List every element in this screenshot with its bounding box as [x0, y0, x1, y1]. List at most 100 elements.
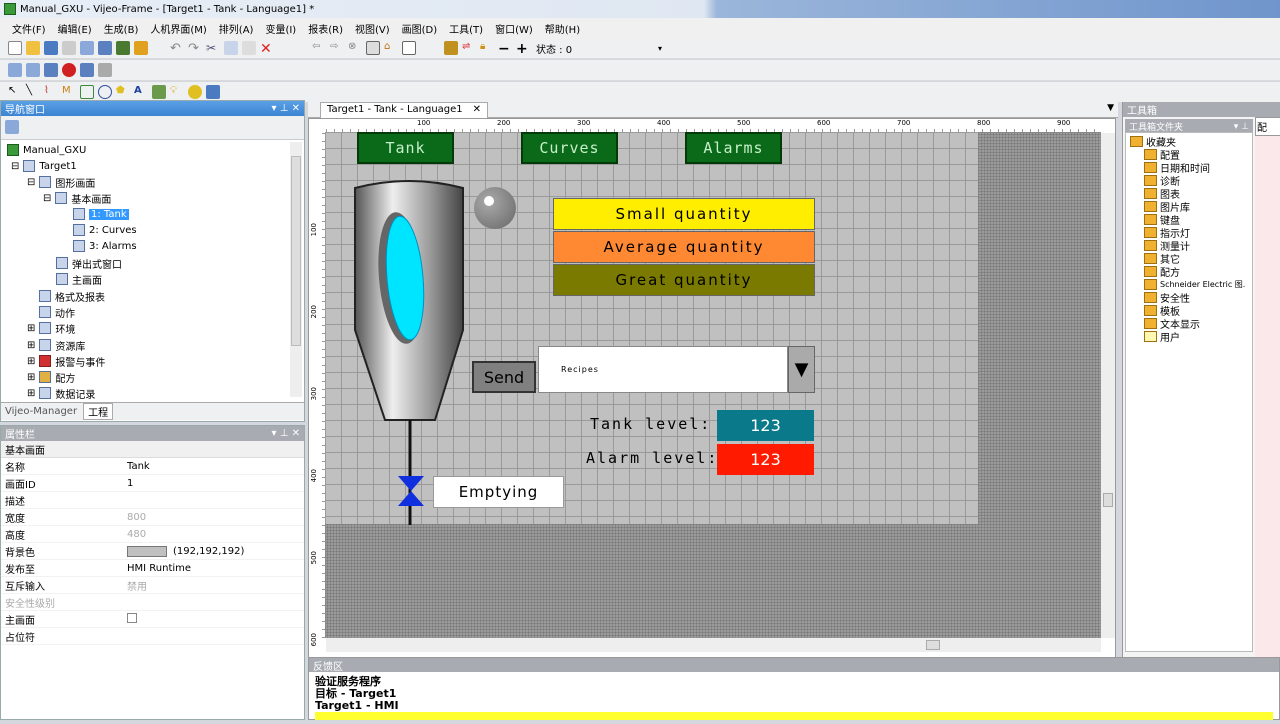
stop-icon[interactable]: ⊗ — [348, 41, 362, 55]
expand-icon[interactable]: ⊞ — [27, 356, 35, 367]
tree-item-data-logging[interactable]: ⊞ 数据记录 — [27, 385, 95, 401]
layout-icon[interactable] — [8, 63, 22, 77]
menu-draw[interactable]: 画图(D) — [402, 21, 438, 36]
minus-icon[interactable]: − — [498, 41, 512, 57]
chevron-down-icon[interactable]: ▾ — [658, 44, 662, 53]
expand-icon[interactable]: ⊞ — [27, 372, 35, 383]
property-row[interactable]: 互斥输入 禁用 — [1, 577, 304, 594]
tree-item-alarms-events[interactable]: ⊞ 报警与事件 — [27, 353, 105, 369]
menu-variable[interactable]: 变量(I) — [265, 21, 296, 36]
tree-item-curves[interactable]: 2: Curves — [73, 222, 137, 238]
alarm-level-value[interactable]: 123 — [717, 444, 814, 475]
grid-icon[interactable] — [26, 63, 40, 77]
valve-icon[interactable] — [396, 474, 426, 508]
record-icon[interactable] — [62, 63, 76, 77]
copy-icon[interactable] — [224, 41, 238, 55]
property-row[interactable]: 主画面 — [1, 611, 304, 628]
tree-item-alarms[interactable]: 3: Alarms — [73, 238, 137, 254]
toolbox-folder[interactable]: 配方 — [1144, 265, 1180, 279]
panel-controls-icon[interactable]: ▾ ⊥ ✕ — [272, 428, 300, 439]
upload-icon[interactable] — [134, 41, 148, 55]
polyline-icon[interactable]: ⌇ — [44, 85, 58, 99]
property-row[interactable]: 背景色 (192,192,192) — [1, 543, 304, 560]
menu-edit[interactable]: 编辑(E) — [58, 21, 92, 36]
indicator-lamp[interactable] — [474, 187, 516, 229]
nav-settings-icon[interactable] — [5, 120, 19, 134]
menu-file[interactable]: 文件(F) — [12, 21, 46, 36]
tree-item-main-screen[interactable]: 主画面 — [56, 271, 102, 287]
horizontal-scrollbar[interactable] — [326, 638, 1101, 652]
side-tab[interactable]: 配 — [1255, 117, 1280, 136]
tree-item-basic-screens[interactable]: ⊟ 基本画面 — [43, 190, 111, 206]
circle-icon[interactable] — [98, 85, 112, 99]
tank-level-value[interactable]: 123 — [717, 410, 814, 441]
tree-item-resources[interactable]: ⊞ 资源库 — [27, 337, 85, 353]
new-icon[interactable] — [8, 41, 22, 55]
target-icon[interactable] — [444, 41, 458, 55]
document-icon[interactable] — [402, 41, 416, 55]
quantity-indicator[interactable]: Average quantity — [553, 231, 815, 263]
menu-hmi[interactable]: 人机界面(M) — [150, 21, 206, 36]
expand-icon[interactable]: ⊞ — [27, 340, 35, 351]
alarms-nav-button[interactable]: Alarms — [685, 132, 782, 164]
menu-build[interactable]: 生成(B) — [104, 21, 139, 36]
open-icon[interactable] — [26, 41, 40, 55]
menu-tools[interactable]: 工具(T) — [449, 21, 483, 36]
properties-icon[interactable] — [80, 41, 94, 55]
align-icon[interactable] — [98, 63, 112, 77]
collapse-icon[interactable]: ⊟ — [43, 193, 51, 204]
main-screen-checkbox[interactable] — [127, 612, 137, 623]
quantity-indicator[interactable]: Small quantity — [553, 198, 815, 230]
page-icon[interactable] — [366, 41, 380, 55]
property-row[interactable]: 描述 — [1, 492, 304, 509]
property-row[interactable]: 名称 Tank — [1, 458, 304, 475]
polygon-icon[interactable]: ⬟ — [116, 85, 130, 99]
text-icon[interactable]: A — [134, 85, 148, 99]
cut-icon[interactable]: ✂ — [206, 41, 220, 55]
menu-arrange[interactable]: 排列(A) — [219, 21, 254, 36]
tree-item-tank[interactable]: 1: Tank — [73, 206, 129, 222]
property-row[interactable]: 高度 480 — [1, 526, 304, 543]
emptying-button[interactable]: Emptying — [433, 476, 564, 508]
forward-icon[interactable]: ⇨ — [330, 41, 344, 55]
tree-item-actions[interactable]: 动作 — [39, 304, 75, 320]
switch-icon[interactable] — [188, 85, 202, 99]
zoom-icon[interactable] — [44, 63, 58, 77]
lamp-icon[interactable]: 💡︎ — [170, 85, 184, 99]
color-swatch[interactable] — [127, 545, 167, 557]
expand-icon[interactable]: ⊞ — [27, 388, 35, 399]
vertical-scrollbar[interactable] — [1101, 133, 1115, 638]
dropdown-arrow-icon[interactable]: ▼ — [788, 346, 815, 393]
screen-icon[interactable] — [98, 41, 112, 55]
connect-icon[interactable]: ⇌ — [462, 41, 476, 55]
arc-icon[interactable]: M — [62, 85, 76, 99]
tab-vijeo-manager[interactable]: Vijeo-Manager — [5, 406, 77, 417]
tree-item-project[interactable]: Manual_GXU — [7, 142, 86, 158]
tab-tank-editor[interactable]: Target1 - Tank - Language1 ✕ — [320, 102, 489, 118]
status-field[interactable]: 状态 : 0 — [534, 41, 654, 56]
monitor-icon[interactable] — [80, 63, 94, 77]
property-row[interactable]: 占位符 — [1, 628, 304, 645]
download-icon[interactable] — [116, 41, 130, 55]
tree-item-formats-reports[interactable]: 格式及报表 — [39, 288, 105, 304]
property-row[interactable]: 安全性级别 — [1, 594, 304, 611]
expand-icon[interactable]: ⊞ — [27, 323, 35, 334]
send-button[interactable]: Send — [472, 361, 536, 393]
save-icon[interactable] — [44, 41, 58, 55]
tree-item-popup-windows[interactable]: 弹出式窗口 — [56, 255, 122, 271]
image-icon[interactable] — [152, 85, 166, 99]
quantity-indicator[interactable]: Great quantity — [553, 264, 815, 296]
menu-view[interactable]: 视图(V) — [355, 21, 390, 36]
menu-help[interactable]: 帮助(H) — [545, 21, 580, 36]
tree-item-recipes[interactable]: ⊞ 配方 — [27, 369, 75, 385]
tree-item-target1[interactable]: ⊟ Target1 — [11, 158, 77, 174]
print-icon[interactable] — [62, 41, 76, 55]
line-icon[interactable]: ╲ — [26, 85, 40, 99]
redo-icon[interactable]: ↷ — [188, 41, 202, 56]
tank-nav-button[interactable]: Tank — [357, 132, 454, 164]
lock-icon[interactable]: 🔒︎ — [480, 41, 494, 55]
menu-window[interactable]: 窗口(W) — [495, 21, 533, 36]
chart-icon[interactable] — [206, 85, 220, 99]
scroll-thumb[interactable] — [291, 156, 301, 346]
plus-icon[interactable]: + — [516, 41, 530, 57]
